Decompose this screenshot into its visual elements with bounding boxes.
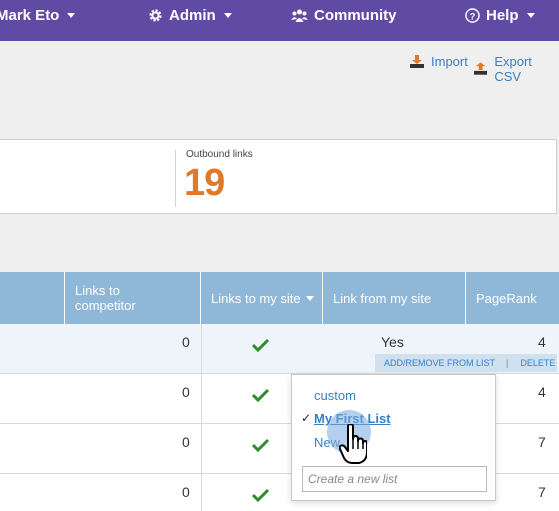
- import-link[interactable]: Import: [410, 54, 468, 69]
- admin-menu[interactable]: Admin: [148, 0, 232, 30]
- checkmark-icon: ✓: [301, 411, 312, 425]
- question-circle-icon: ?: [465, 7, 480, 23]
- links-to-my-site-header-label: Links to my site: [211, 290, 301, 306]
- checkmark-icon: [252, 338, 269, 352]
- cell-divider: [201, 324, 202, 373]
- help-menu-label: Help: [486, 6, 519, 24]
- chevron-down-icon: [223, 12, 232, 18]
- chevron-down-icon: [526, 12, 535, 18]
- links-to-competitor-value: 0: [182, 384, 190, 400]
- download-tray-icon: [410, 54, 424, 68]
- cell-divider: [201, 474, 202, 511]
- list-dropdown: custom ✓ My First List New: [291, 374, 496, 501]
- checkmark-icon: [252, 388, 269, 402]
- checkmark-icon: [252, 438, 269, 452]
- user-menu[interactable]: Mark Eto: [0, 0, 76, 30]
- table-header: Links to competitor Links to my site Lin…: [0, 272, 559, 324]
- cell-divider: [201, 374, 202, 423]
- admin-menu-label: Admin: [169, 6, 216, 24]
- link-from-my-site-value: Yes: [381, 334, 404, 350]
- links-to-competitor-header-label: Links to competitor: [75, 283, 136, 313]
- sort-down-icon: [305, 295, 314, 301]
- links-to-competitor-value: 0: [182, 434, 190, 450]
- pagerank-value: 4: [538, 334, 546, 350]
- column-header-links-to-my-site[interactable]: Links to my site: [201, 272, 323, 324]
- community-menu-label: Community: [314, 6, 397, 24]
- column-header-pagerank[interactable]: PageRank: [466, 272, 559, 324]
- community-menu[interactable]: Community: [291, 0, 397, 30]
- top-navigation-bar: Mark Eto Admin Community ? Help: [0, 0, 559, 41]
- svg-text:?: ?: [470, 11, 476, 21]
- delete-link[interactable]: DELETE: [520, 358, 555, 368]
- stats-card: Outbound links 19: [0, 139, 557, 214]
- outbound-links-value: 19: [184, 162, 225, 204]
- create-new-list-input[interactable]: [302, 466, 487, 492]
- export-csv-label: Export CSV: [494, 54, 532, 84]
- user-menu-label: Mark Eto: [0, 6, 60, 24]
- links-to-competitor-value: 0: [182, 334, 190, 350]
- stats-divider: [175, 150, 176, 207]
- pagerank-value: 4: [538, 384, 546, 400]
- checkmark-icon: [252, 488, 269, 502]
- outbound-links-label: Outbound links: [186, 149, 253, 160]
- column-header-link-from-my-site[interactable]: Link from my site: [323, 272, 466, 324]
- gear-icon: [149, 8, 162, 22]
- chevron-down-icon: [67, 12, 76, 18]
- column-header-links-to-competitor[interactable]: Links to competitor: [65, 272, 201, 324]
- upload-tray-icon: [474, 62, 488, 75]
- pagerank-value: 7: [538, 484, 546, 500]
- column-header-site[interactable]: [0, 272, 65, 324]
- links-to-competitor-value: 0: [182, 484, 190, 500]
- hand-pointer-icon: [339, 424, 367, 464]
- cell-divider: [201, 424, 202, 473]
- import-label: Import: [431, 54, 468, 69]
- list-option-custom[interactable]: custom: [314, 388, 356, 403]
- add-remove-from-list-link[interactable]: ADD/REMOVE FROM LIST: [384, 358, 495, 368]
- pagerank-header-label: PageRank: [476, 290, 537, 306]
- actions-separator: |: [506, 358, 509, 368]
- pagerank-value: 7: [538, 434, 546, 450]
- export-csv-link[interactable]: Export CSV: [474, 54, 559, 84]
- people-icon: [291, 9, 308, 22]
- row-actions-bar: ADD/REMOVE FROM LIST | DELETE: [375, 354, 557, 372]
- link-from-my-site-header-label: Link from my site: [333, 290, 432, 306]
- help-menu[interactable]: ? Help: [465, 0, 535, 30]
